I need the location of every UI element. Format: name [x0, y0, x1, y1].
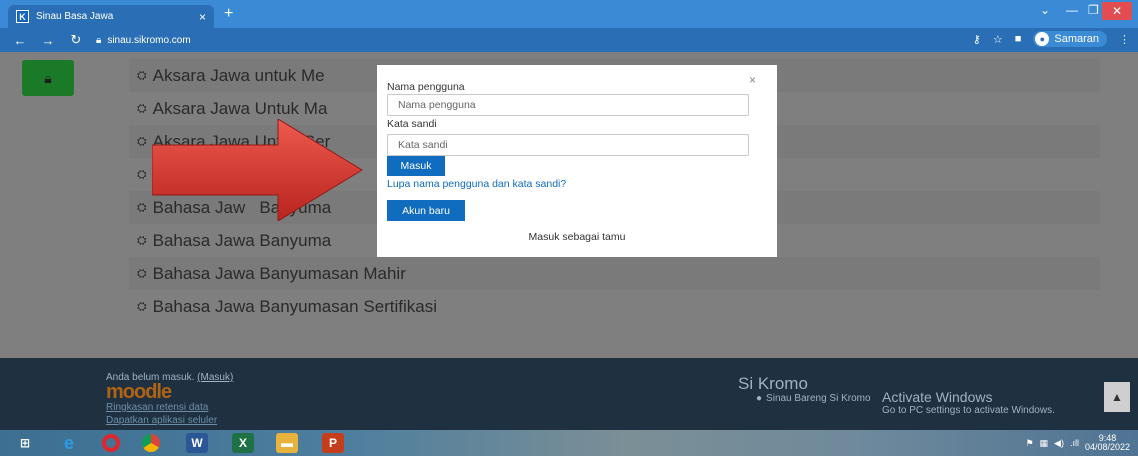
username-label: Nama pengguna — [387, 81, 465, 93]
login-modal: × Nama pengguna Kata sandi Masuk Lupa na… — [377, 65, 777, 257]
mobile-app-link[interactable]: Dapatkan aplikasi seluler — [106, 415, 217, 426]
scroll-to-top-button[interactable]: ▲ — [1104, 382, 1130, 412]
restore-icon[interactable]: ❐ — [1088, 3, 1099, 17]
course-icon: ⛭ — [137, 134, 147, 148]
login-button[interactable]: Masuk — [387, 156, 445, 176]
course-icon: ⛭ — [137, 167, 147, 181]
chrome-icon[interactable] — [140, 433, 162, 453]
new-account-button[interactable]: Akun baru — [387, 200, 465, 221]
profile-name: Samaran — [1054, 33, 1099, 45]
password-input[interactable] — [387, 134, 749, 156]
back-icon[interactable]: ← — [12, 33, 28, 48]
minimize-icon[interactable]: — — [1066, 3, 1078, 17]
course-title: Aksara Jawa untuk Me — [152, 65, 325, 85]
internet-explorer-icon[interactable]: e — [58, 433, 80, 453]
signal-icon[interactable]: .ıll — [1070, 438, 1079, 448]
course-icon: ⛭ — [137, 101, 147, 115]
globe-icon: ● — [756, 393, 763, 404]
site-favicon-icon: K — [16, 10, 29, 23]
url-text: sinau.sikromo.com — [107, 34, 191, 46]
toolbar-actions: ⚷ ☆ ■ ● Samaran ⋮ — [973, 31, 1130, 47]
footer-login-link[interactable]: (Masuk) — [197, 372, 233, 383]
tab-search-icon[interactable]: ⌄ — [1040, 3, 1050, 17]
site-name: Si Kromo — [738, 374, 808, 393]
close-icon[interactable]: × — [749, 73, 756, 87]
window-close-icon[interactable]: ✕ — [1102, 2, 1132, 20]
course-icon: ⛭ — [137, 266, 147, 280]
locked-button[interactable]: 🔒︎ — [22, 60, 74, 96]
course-item[interactable]: ⛭ Bahasa Jawa Banyumasan Mahir — [129, 257, 1100, 290]
course-icon: ⛭ — [137, 68, 147, 82]
system-tray: ⚑ ▦ ◀) .ıll 9:48 04/08/2022 — [1025, 434, 1130, 452]
incognito-icon: ● — [1035, 32, 1050, 46]
site-link[interactable]: ● Sinau Bareng Si Kromo — [756, 393, 871, 404]
padlock-icon: 🔒︎ — [44, 69, 52, 86]
word-icon[interactable]: W — [186, 433, 208, 453]
activate-windows-subtitle: Go to PC settings to activate Windows. — [882, 405, 1055, 416]
sidepanel-icon[interactable]: ■ — [1015, 33, 1022, 45]
star-icon[interactable]: ☆ — [993, 33, 1003, 46]
username-input[interactable] — [387, 94, 749, 116]
moodle-logo[interactable]: moodle — [106, 381, 172, 404]
course-icon: ⛭ — [137, 299, 147, 313]
forgot-password-link[interactable]: Lupa nama pengguna dan kata sandi? — [387, 178, 566, 190]
tab-close-icon[interactable]: × — [199, 10, 206, 24]
menu-icon[interactable]: ⋮ — [1119, 33, 1130, 46]
browser-tab[interactable]: K Sinau Basa Jawa × — [8, 5, 214, 28]
profile-button[interactable]: ● Samaran — [1033, 31, 1107, 47]
clock-date: 04/08/2022 — [1084, 442, 1130, 452]
powerpoint-icon[interactable]: P — [322, 433, 344, 453]
course-title: Aksara Jawa Untuk Ma — [152, 98, 328, 118]
key-icon[interactable]: ⚷ — [973, 33, 981, 46]
course-title: Bahasa Jawa Banyumasan Mahir — [152, 263, 406, 283]
clock[interactable]: 9:48 04/08/2022 — [1085, 434, 1130, 452]
course-icon: ⛭ — [137, 200, 147, 214]
network-icon[interactable]: ▦ — [1040, 438, 1049, 449]
course-title: Bahasa Jawa Banyumasan Sertifikasi — [152, 296, 438, 316]
opera-icon[interactable] — [100, 433, 122, 453]
file-explorer-icon[interactable]: ▬ — [276, 433, 298, 453]
arrow-up-icon: ▲ — [1111, 390, 1123, 404]
excel-icon[interactable]: X — [232, 433, 254, 453]
lock-icon[interactable]: 🔒︎ — [96, 35, 101, 46]
activate-windows-title: Activate Windows — [882, 389, 993, 405]
browser-toolbar: ← → ↻ 🔒︎ sinau.sikromo.com ⚷ ☆ ■ ● Samar… — [0, 28, 1138, 52]
guest-login-link[interactable]: Masuk sebagai tamu — [377, 231, 777, 243]
flag-icon[interactable]: ⚑ — [1025, 438, 1033, 449]
volume-icon[interactable]: ◀) — [1054, 438, 1064, 449]
red-arrow-annotation — [152, 119, 363, 221]
reload-icon[interactable]: ↻ — [68, 32, 84, 48]
site-link-text: Sinau Bareng Si Kromo — [766, 393, 871, 404]
browser-tabstrip: K Sinau Basa Jawa × + ⌄ — ❐ ✕ — [0, 0, 1138, 28]
data-retention-link[interactable]: Ringkasan retensi data — [106, 402, 208, 413]
course-item[interactable]: ⛭ Bahasa Jawa Banyumasan Sertifikasi — [129, 290, 1100, 323]
course-title: Bahasa Jawa Banyuma — [152, 230, 332, 250]
new-tab-button[interactable]: + — [224, 5, 233, 23]
course-icon: ⛭ — [137, 233, 147, 247]
windows-start-icon[interactable]: ⊞ — [14, 433, 36, 453]
forward-icon[interactable]: → — [40, 33, 56, 48]
tab-title: Sinau Basa Jawa — [36, 11, 114, 22]
password-label: Kata sandi — [387, 118, 437, 130]
address-bar[interactable]: 🔒︎ sinau.sikromo.com — [96, 31, 932, 49]
windows-taskbar: ⊞ e W X ▬ P ⚑ ▦ ◀) .ıll 9:48 04/08/2022 — [0, 430, 1138, 456]
